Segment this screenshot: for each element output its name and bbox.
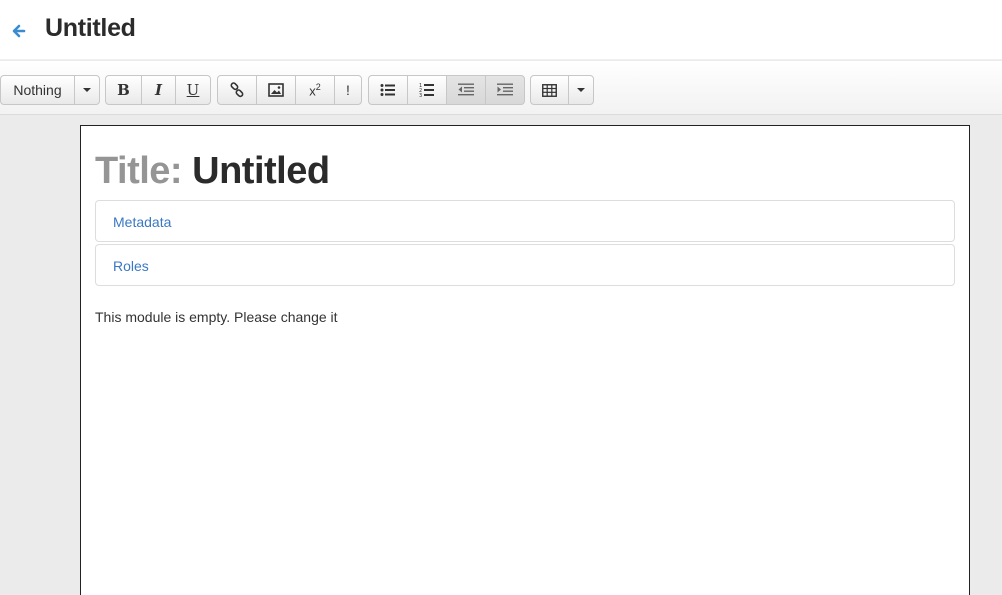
indent-button[interactable] bbox=[485, 75, 525, 105]
arrow-left-icon bbox=[12, 24, 26, 38]
ordered-list-button[interactable]: 1 2 3 bbox=[407, 75, 447, 105]
underline-icon: U bbox=[186, 81, 200, 99]
style-select-dropdown-toggle[interactable] bbox=[74, 75, 100, 105]
superscript-button[interactable]: x2 bbox=[295, 75, 335, 105]
document-title-value[interactable]: Untitled bbox=[192, 150, 330, 192]
outdent-icon bbox=[458, 83, 474, 96]
italic-button[interactable]: I bbox=[141, 75, 176, 105]
editor-toolbar: Nothing B I U x2 ! 1 2 3 bbox=[0, 61, 1002, 115]
table-button[interactable] bbox=[530, 75, 569, 105]
list-ol-icon: 1 2 3 bbox=[419, 83, 434, 98]
unordered-list-button[interactable] bbox=[368, 75, 408, 105]
outdent-button[interactable] bbox=[446, 75, 486, 105]
empty-module-message: This module is empty. Please change it bbox=[95, 309, 338, 325]
table-dropdown-toggle[interactable] bbox=[568, 75, 594, 105]
underline-button[interactable]: U bbox=[175, 75, 211, 105]
bold-icon: B bbox=[117, 81, 130, 99]
document-title[interactable]: Title: Untitled bbox=[95, 150, 330, 193]
style-select-value: Nothing bbox=[13, 82, 62, 98]
svg-text:3: 3 bbox=[419, 93, 422, 98]
link-button[interactable] bbox=[217, 75, 257, 105]
metadata-panel: Metadata bbox=[95, 200, 955, 242]
roles-link[interactable]: Roles bbox=[113, 258, 149, 274]
indent-icon bbox=[497, 83, 513, 96]
image-button[interactable] bbox=[256, 75, 296, 105]
document-editor[interactable]: Title: Untitled Metadata Roles This modu… bbox=[80, 125, 970, 595]
caret-down-icon bbox=[83, 88, 91, 92]
document-title-label: Title: bbox=[95, 150, 183, 192]
superscript-icon: x2 bbox=[309, 81, 321, 99]
bold-button[interactable]: B bbox=[105, 75, 142, 105]
metadata-link[interactable]: Metadata bbox=[113, 214, 171, 230]
caret-down-icon bbox=[577, 88, 585, 92]
image-icon bbox=[268, 83, 284, 97]
exclamation-icon: ! bbox=[346, 82, 350, 98]
style-select-button[interactable]: Nothing bbox=[0, 75, 75, 105]
page-title: Untitled bbox=[45, 14, 136, 42]
table-icon bbox=[542, 83, 557, 97]
italic-icon: I bbox=[154, 81, 163, 99]
app-page: Untitled Nothing B I U x2 ! 1 2 3 Title:… bbox=[0, 0, 1002, 595]
note-button[interactable]: ! bbox=[334, 75, 362, 105]
roles-panel: Roles bbox=[95, 244, 955, 286]
link-icon bbox=[230, 82, 244, 98]
back-button[interactable] bbox=[10, 22, 30, 42]
list-ul-icon bbox=[380, 84, 395, 96]
page-header: Untitled bbox=[0, 0, 1002, 60]
